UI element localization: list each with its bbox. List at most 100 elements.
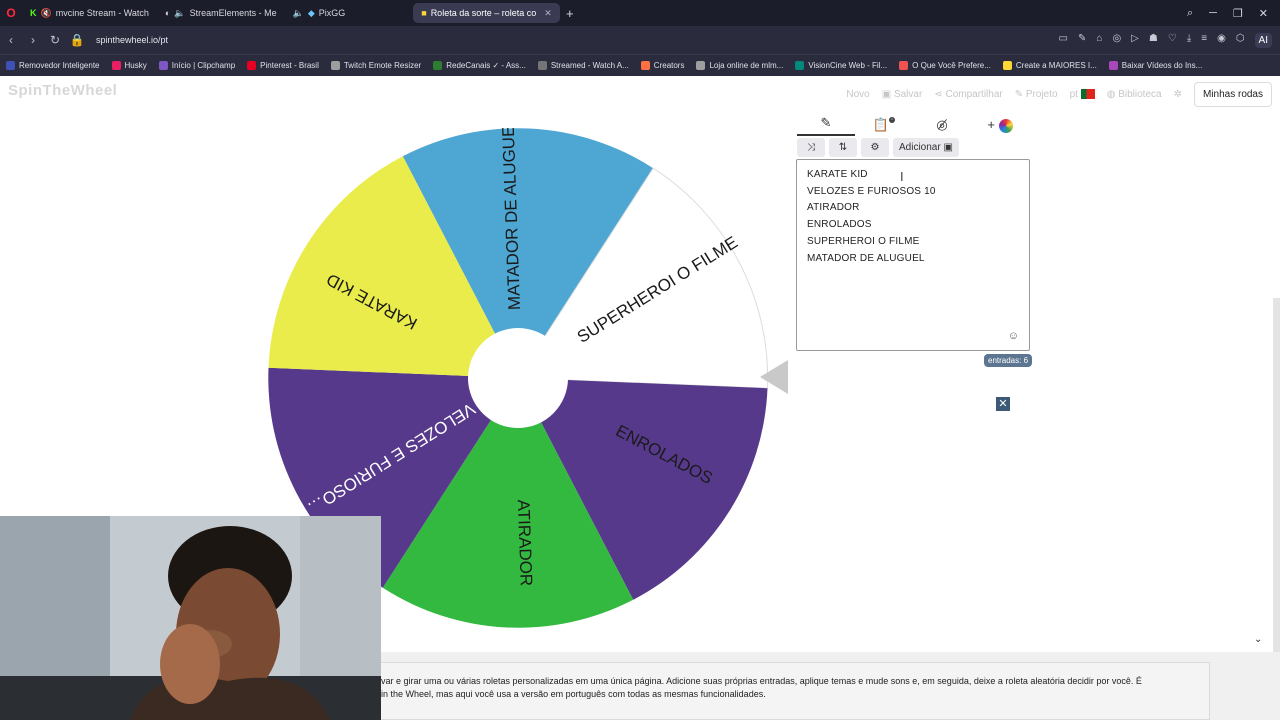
results-badge: ◦: [889, 117, 896, 123]
pencil-icon: ✎: [1014, 89, 1026, 100]
bookmark-icon: [899, 61, 909, 70]
bookmark-item[interactable]: Create a MAIORES I...: [997, 61, 1103, 70]
pencil-tab-icon[interactable]: ✎: [797, 115, 855, 136]
color-wheel-icon: [998, 118, 1013, 133]
pixgg-icon: ◆: [307, 7, 315, 18]
shuffle-icon[interactable]: ⤨: [797, 137, 825, 157]
vpn-icon[interactable]: ☗: [1149, 33, 1158, 48]
search-icon[interactable]: ⌕: [1187, 7, 1193, 20]
hide-tab-icon[interactable]: ◎̸: [913, 117, 971, 133]
settings-gear-icon[interactable]: ⚙: [861, 137, 889, 157]
entries-textarea[interactable]: KARATE KID VELOZES E FURIOSOS 10 ATIRADO…: [796, 159, 1030, 351]
speaker-icon[interactable]: 🔈: [293, 8, 304, 19]
ad-close-icon[interactable]: ✕: [996, 397, 1010, 411]
description-line-2: in the Wheel, mas aqui você usa a versão…: [381, 689, 766, 699]
editor-tabs: ✎ 📋 ◦ ◎̸ +: [797, 114, 1030, 136]
tab-streamelements[interactable]: ◐ 🔈 StreamElements - Me: [157, 3, 285, 23]
bookmark-icon: [1108, 61, 1118, 70]
tab-pixgg[interactable]: 🔈 ◆ PixGG: [285, 3, 354, 23]
projeto-button[interactable]: ✎ Projeto: [1015, 89, 1058, 100]
play-icon[interactable]: ▷: [1131, 33, 1139, 48]
webcam-overlay: [0, 516, 381, 720]
biblioteca-button[interactable]: ◍ Biblioteca: [1107, 89, 1162, 100]
close-tab-icon[interactable]: ✕: [544, 8, 552, 19]
tab-label: mvcine Stream - Watch: [55, 8, 149, 18]
wheel-center[interactable]: [468, 328, 568, 428]
projeto-label: Projeto: [1025, 89, 1058, 100]
bookmark-item[interactable]: Twitch Emote Resizer: [325, 61, 427, 70]
back-icon[interactable]: ‹: [0, 33, 22, 47]
bookmark-item[interactable]: Baixar Vídeos do Ins...: [1103, 61, 1209, 70]
bookmark-item[interactable]: Husky: [106, 61, 153, 70]
chevron-down-icon[interactable]: ⌄: [1254, 634, 1262, 645]
bookmark-item[interactable]: RedeCanais ✓ - Ass...: [427, 61, 532, 70]
settings-icon[interactable]: ✲: [1174, 89, 1182, 100]
extension-icon[interactable]: ⬡: [1236, 33, 1245, 48]
download-icon[interactable]: ⤓: [1187, 33, 1191, 48]
bookmark-label: Removedor Inteligente: [19, 61, 100, 70]
text-cursor-icon: I: [900, 169, 904, 184]
bookmark-item[interactable]: O Que Você Prefere...: [893, 61, 997, 70]
minhas-rodas-button[interactable]: Minhas rodas: [1193, 82, 1272, 107]
shield-icon[interactable]: ◎: [1112, 33, 1121, 48]
theme-tab[interactable]: +: [971, 117, 1029, 133]
reader-icon[interactable]: ▭: [1059, 33, 1068, 48]
opera-logo-icon[interactable]: O: [0, 6, 22, 20]
muted-speaker-icon[interactable]: 🔇: [41, 8, 52, 19]
salvar-label: Salvar: [893, 89, 923, 100]
save-icon: ▣: [881, 89, 894, 100]
language-selector[interactable]: pt: [1070, 89, 1095, 100]
restore-icon[interactable]: ❐: [1233, 7, 1243, 20]
bookmark-label: VisionCine Web - Fil...: [808, 61, 888, 70]
add-image-label: Adicionar: [899, 141, 941, 153]
entry-line: KARATE KID: [807, 169, 868, 180]
close-window-icon[interactable]: ✕: [1259, 7, 1268, 20]
bookmark-item[interactable]: Streamed - Watch A...: [532, 61, 635, 70]
bookmark-item[interactable]: Início | Clipchamp: [153, 61, 241, 70]
bookmark-label: Baixar Vídeos do Ins...: [1121, 61, 1203, 70]
reload-icon[interactable]: ↻: [44, 33, 66, 47]
camera-icon[interactable]: ⌂: [1096, 33, 1102, 48]
bookmark-item[interactable]: Creators: [635, 61, 691, 70]
add-image-button[interactable]: Adicionar ▣: [893, 137, 959, 157]
profile-icon[interactable]: ◉: [1217, 33, 1226, 48]
bookmark-label: Pinterest - Brasil: [260, 61, 319, 70]
tab-label: StreamElements - Me: [189, 8, 277, 18]
speaker-icon[interactable]: 🔈: [174, 8, 185, 19]
tab-roleta[interactable]: ■ Roleta da sorte – roleta co ✕: [413, 3, 560, 23]
bookmark-label: Husky: [124, 61, 147, 70]
menu-icon[interactable]: ≡: [1201, 33, 1207, 48]
bookmark-item[interactable]: Pinterest - Brasil: [241, 61, 325, 70]
emoji-icon[interactable]: ☺: [1008, 330, 1019, 342]
bookmark-icon: [1002, 61, 1012, 70]
address-bar: ‹ › ↻ 🔒 spinthewheel.io/pt ▭ ✎ ⌂ ◎ ▷ ☗ ♡…: [0, 26, 1280, 54]
forward-icon[interactable]: ›: [22, 33, 44, 47]
url-field[interactable]: spinthewheel.io/pt: [96, 35, 168, 45]
clipboard-tab-icon[interactable]: 📋 ◦: [855, 117, 913, 133]
bookmark-item[interactable]: Loja online de mlm...: [690, 61, 789, 70]
minimize-icon[interactable]: ─: [1209, 7, 1217, 20]
site-logo[interactable]: SpinTheWheel: [8, 82, 117, 99]
ai-icon[interactable]: AI: [1254, 32, 1272, 48]
bookmark-item[interactable]: VisionCine Web - Fil...: [789, 61, 893, 70]
heart-icon[interactable]: ♡: [1168, 33, 1177, 48]
lock-icon: 🔒: [69, 33, 85, 47]
sort-icon[interactable]: ⇅: [829, 137, 857, 157]
bookmark-label: Início | Clipchamp: [171, 61, 236, 70]
wheel-label-atirador: ATIRADOR: [514, 499, 536, 586]
novo-button[interactable]: Novo: [846, 89, 869, 100]
tab-mvcine[interactable]: K 🔇 mvcine Stream - Watch: [22, 3, 157, 23]
edit-icon[interactable]: ✎: [1078, 33, 1086, 48]
spinthewheel-icon: ■: [421, 8, 427, 18]
new-tab-icon[interactable]: +: [560, 6, 580, 21]
bookmark-label: RedeCanais ✓ - Ass...: [446, 61, 526, 70]
globe-icon: ◍: [1106, 89, 1119, 100]
page-content: SpinTheWheel Novo ▣ Salvar ⋖ Compartilha…: [0, 76, 1280, 720]
entry-line: VELOZES E FURIOSOS 10: [807, 185, 936, 197]
bookmark-icon: [537, 61, 547, 70]
bookmark-icon: [433, 61, 443, 70]
bookmark-item[interactable]: Removedor Inteligente: [0, 61, 106, 70]
compartilhar-button[interactable]: ⋖ Compartilhar: [934, 89, 1002, 100]
salvar-button[interactable]: ▣ Salvar: [882, 89, 923, 100]
streamelements-icon: ◐: [164, 8, 171, 18]
